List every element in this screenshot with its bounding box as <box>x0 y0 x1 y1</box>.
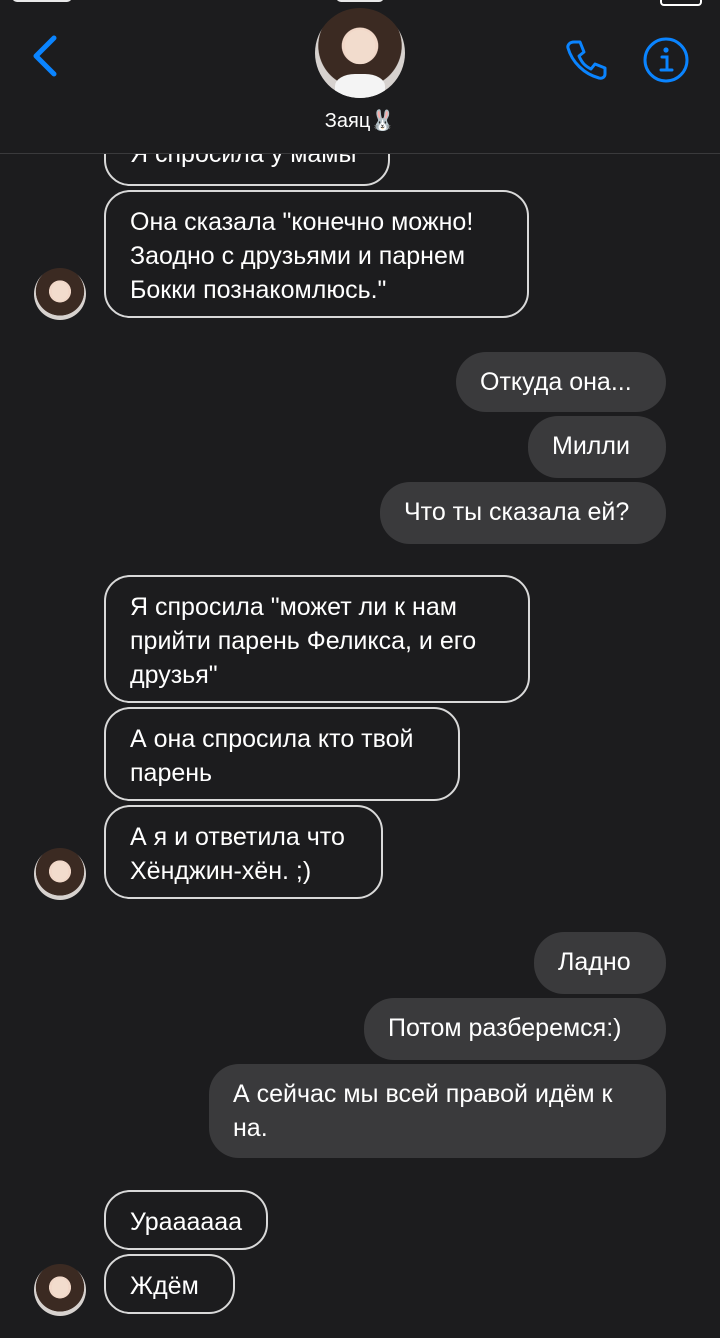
message-bubble-incoming[interactable]: А она спросила кто твой парень <box>104 707 460 801</box>
phone-icon <box>566 40 607 80</box>
message-bubble-incoming[interactable]: Ураааааа <box>104 1190 268 1250</box>
clock <box>336 0 384 2</box>
contact-avatar-large[interactable] <box>315 8 405 98</box>
message-bubble-outgoing[interactable]: А сейчас мы всей правой идём к на. <box>209 1064 666 1158</box>
contact-avatar[interactable] <box>34 1264 86 1316</box>
message-bubble-outgoing[interactable]: Что ты сказала ей? <box>380 482 666 544</box>
back-button[interactable] <box>28 34 68 78</box>
battery-icon <box>660 0 702 6</box>
message-bubble-incoming[interactable]: А я и ответила что Хёнджин-хён. ;) <box>104 805 383 899</box>
message-bubble-incoming[interactable]: Я спросила "может ли к нам прийти парень… <box>104 575 530 703</box>
message-bubble-outgoing[interactable]: Ладно <box>534 932 666 994</box>
message-bubble-outgoing[interactable]: Потом разберемся:) <box>364 998 666 1060</box>
message-bubble-incoming[interactable]: Она сказала "конечно можно! Заодно с дру… <box>104 190 529 318</box>
call-button[interactable] <box>562 36 610 84</box>
conversation-header: Заяц🐰 <box>0 0 720 154</box>
chevron-left-icon <box>33 35 57 77</box>
contact-avatar[interactable] <box>34 268 86 320</box>
message-bubble-outgoing[interactable]: Откуда она... <box>456 352 666 412</box>
info-icon <box>643 37 689 83</box>
info-button[interactable] <box>642 36 690 84</box>
status-bar <box>0 0 720 6</box>
message-bubble-outgoing[interactable]: Милли <box>528 416 666 478</box>
contact-name[interactable]: Заяц🐰 <box>0 108 720 133</box>
carrier-signal <box>12 0 72 2</box>
contact-avatar[interactable] <box>34 848 86 900</box>
message-bubble-incoming[interactable]: Ждём <box>104 1254 235 1314</box>
